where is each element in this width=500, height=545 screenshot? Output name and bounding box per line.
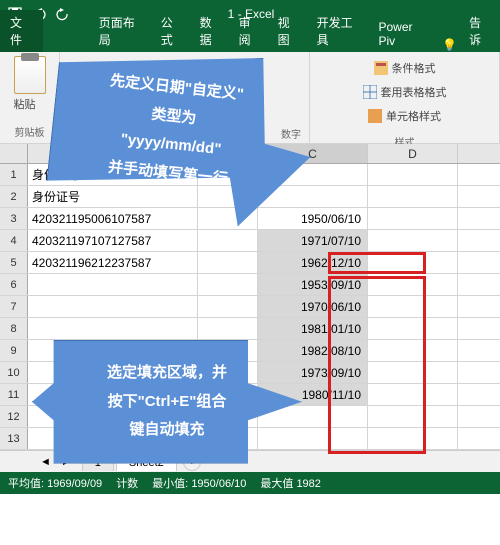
cell[interactable]: 1962/12/10: [258, 252, 368, 273]
cell-style-button[interactable]: 单元格样式: [364, 106, 445, 126]
paste-label: 粘贴: [14, 96, 46, 112]
paste-button[interactable]: 粘贴: [14, 56, 46, 112]
row-header[interactable]: 7: [0, 296, 28, 317]
cell[interactable]: 420321196212237587: [28, 252, 198, 273]
cond-format-icon: [374, 61, 388, 75]
clipboard-group-label: 剪贴板: [15, 124, 45, 139]
tab-layout[interactable]: 页面布局: [91, 10, 153, 52]
cell-style-icon: [368, 109, 382, 123]
nav-prev-icon[interactable]: ◄: [40, 456, 51, 468]
tab-formulas[interactable]: 公式: [153, 10, 192, 52]
cell[interactable]: 1953/09/10: [258, 274, 368, 295]
select-all-corner[interactable]: [0, 144, 28, 163]
tab-review[interactable]: 审阅: [231, 10, 270, 52]
row-header[interactable]: 1: [0, 164, 28, 185]
row-header[interactable]: 4: [0, 230, 28, 251]
status-max: 最大值 1982: [260, 475, 321, 491]
row-header[interactable]: 8: [0, 318, 28, 339]
status-count: 计数: [116, 475, 138, 491]
row-header[interactable]: 10: [0, 362, 28, 383]
row-header[interactable]: 11: [0, 384, 28, 405]
row-header[interactable]: 13: [0, 428, 28, 449]
tell-me-icon[interactable]: 💡: [442, 38, 457, 52]
row-header[interactable]: 9: [0, 340, 28, 361]
cell[interactable]: 1981/01/10: [258, 318, 368, 339]
tab-powerpivot[interactable]: Power Piv: [370, 16, 438, 52]
row-header[interactable]: 5: [0, 252, 28, 273]
tab-developer[interactable]: 开发工具: [309, 10, 371, 52]
cell[interactable]: 1973/09/10: [258, 362, 368, 383]
cell[interactable]: 1971/07/10: [258, 230, 368, 251]
cell[interactable]: 1982/08/10: [258, 340, 368, 361]
row-header[interactable]: 2: [0, 186, 28, 207]
tab-file[interactable]: 文件: [0, 10, 43, 52]
conditional-format-button[interactable]: 条件格式: [370, 58, 440, 78]
cell[interactable]: 420321197107127587: [28, 230, 198, 251]
row-header[interactable]: 3: [0, 208, 28, 229]
cell[interactable]: 身份证号: [28, 186, 198, 207]
cell[interactable]: 1950/06/10: [258, 208, 368, 229]
cell[interactable]: 420321195006107587: [28, 208, 198, 229]
tab-view[interactable]: 视图: [270, 10, 309, 52]
row-header[interactable]: 12: [0, 406, 28, 427]
status-avg: 平均值: 1969/09/09: [8, 475, 102, 491]
status-min: 最小值: 1950/06/10: [152, 475, 246, 491]
table-format-button[interactable]: 套用表格格式: [359, 82, 451, 102]
status-bar: 平均值: 1969/09/09 计数 最小值: 1950/06/10 最大值 1…: [0, 472, 500, 494]
row-header[interactable]: 6: [0, 274, 28, 295]
ribbon-tabs: 文件 页面布局 公式 数据 审阅 视图 开发工具 Power Piv 💡 告诉: [0, 28, 500, 52]
table-format-icon: [363, 85, 377, 99]
cell[interactable]: 1970/06/10: [258, 296, 368, 317]
clipboard-icon: [14, 56, 46, 94]
number-group-label: 数字: [281, 126, 301, 141]
tell-me[interactable]: 告诉: [461, 10, 500, 52]
tab-data[interactable]: 数据: [192, 10, 231, 52]
col-header-D[interactable]: D: [368, 144, 458, 163]
redo-icon[interactable]: [56, 7, 70, 21]
